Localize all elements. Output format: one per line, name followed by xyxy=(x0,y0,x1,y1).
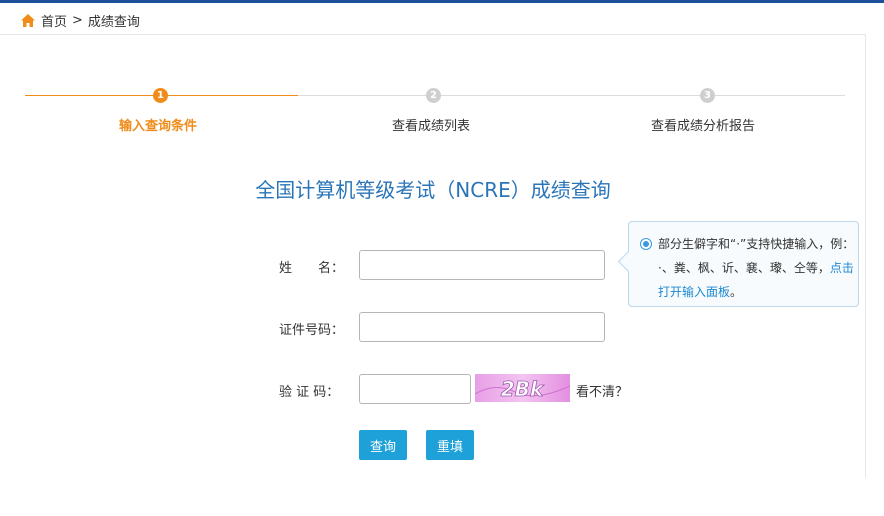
id-number-label: 证件号码： xyxy=(279,323,345,338)
radio-selected-icon xyxy=(640,238,652,250)
step-3-badge: 3 xyxy=(700,88,715,103)
tip-text: 部分生僻字和“·”支持快捷输入，例：·、粪、枫、䜣、㐮、瓈、仝等，点击打开输入面… xyxy=(658,232,854,304)
home-icon[interactable] xyxy=(20,13,36,28)
captcha-input[interactable] xyxy=(359,374,471,404)
breadcrumb-separator: > xyxy=(72,12,83,28)
id-number-input[interactable] xyxy=(359,312,605,342)
step-2-badge: 2 xyxy=(426,88,441,103)
tooltip-arrow xyxy=(617,250,640,273)
step-line-pending xyxy=(298,95,845,96)
captcha-label: 验 证 码： xyxy=(279,385,340,400)
breadcrumb: 首页 > 成绩查询 xyxy=(20,10,140,30)
step-1-label: 输入查询条件 xyxy=(119,119,198,134)
top-accent-bar xyxy=(0,0,884,3)
name-label: 姓 名： xyxy=(279,261,345,276)
tip-end: 。 xyxy=(730,285,743,299)
refresh-captcha-link[interactable]: 看不清？ xyxy=(576,381,628,400)
step-2-label: 查看成绩列表 xyxy=(392,119,471,134)
breadcrumb-home-link[interactable]: 首页 xyxy=(41,11,67,30)
page-title: 全国计算机等级考试（NCRE）成绩查询 xyxy=(255,178,611,202)
input-tip-tooltip: 部分生僻字和“·”支持快捷输入，例：·、粪、枫、䜣、㐮、瓈、仝等，点击打开输入面… xyxy=(617,221,859,307)
breadcrumb-current: 成绩查询 xyxy=(87,14,140,30)
svg-text:2Bk: 2Bk xyxy=(501,377,545,401)
tip-message: 部分生僻字和“·”支持快捷输入，例：·、粪、枫、䜣、㐮、瓈、仝等， xyxy=(658,237,849,275)
name-input[interactable] xyxy=(359,250,605,280)
content-right-border xyxy=(865,34,866,478)
reset-button[interactable]: 重填 xyxy=(426,430,474,460)
header-divider xyxy=(0,34,866,35)
step-3-label: 查看成绩分析报告 xyxy=(651,119,756,134)
query-button[interactable]: 查询 xyxy=(359,430,407,460)
step-1-badge: 1 xyxy=(153,88,168,103)
captcha-image[interactable]: 2Bk xyxy=(475,374,570,402)
